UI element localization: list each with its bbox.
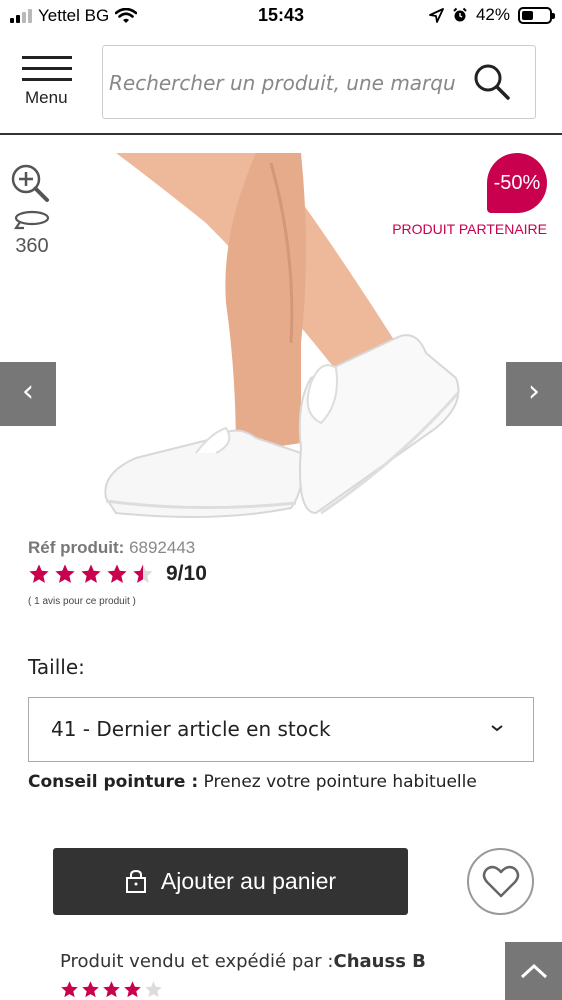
ref-label: Réf produit: [28, 538, 125, 557]
partner-label: PRODUIT PARTENAIRE [392, 221, 547, 237]
star-icon [81, 564, 101, 583]
next-image-button[interactable]: › [506, 362, 562, 426]
chevron-up-icon [520, 963, 547, 979]
rotate-360-icon [13, 210, 50, 230]
product-gallery: 360 -50% PRODUIT PARTENAIRE ‹ › [0, 137, 562, 527]
star-icon [82, 981, 99, 998]
rating-stars [28, 563, 154, 585]
search-box [102, 45, 536, 119]
star-icon [124, 981, 141, 998]
alarm-icon [453, 7, 467, 22]
location-arrow-icon [429, 7, 444, 23]
wishlist-button[interactable] [467, 848, 534, 915]
star-icon [145, 981, 162, 998]
size-selected-value: 41 - Dernier article en stock [51, 717, 331, 741]
previous-image-button[interactable]: ‹ [0, 362, 56, 426]
star-icon [55, 564, 75, 583]
product-reference: Réf produit: 6892443 [28, 538, 195, 558]
battery-icon [518, 6, 555, 24]
status-bar: Yettel BG 15:43 42% [0, 0, 562, 32]
star-icon [103, 981, 120, 998]
search-icon[interactable] [473, 63, 511, 101]
size-advice: Conseil pointure : Prenez votre pointure… [28, 772, 477, 792]
site-header: Menu [0, 32, 562, 135]
search-input[interactable] [109, 64, 469, 102]
star-icon [61, 981, 78, 998]
seller-name[interactable]: Chauss B [334, 951, 426, 972]
star-icon [29, 564, 49, 583]
rotate-360-button[interactable]: 360 [10, 209, 54, 258]
zoom-in-icon[interactable] [10, 163, 50, 203]
scroll-to-top-button[interactable] [505, 942, 562, 1000]
star-icon [107, 564, 127, 583]
size-label: Taille: [28, 655, 85, 679]
product-image [104, 153, 460, 518]
chevron-down-icon [491, 725, 503, 732]
ref-value: 6892443 [129, 538, 196, 557]
rating-score: 9/10 [166, 562, 207, 585]
size-select[interactable]: 41 - Dernier article en stock [28, 697, 534, 762]
status-right: 42% [429, 5, 555, 25]
review-count[interactable]: ( 1 avis pour ce produit ) [28, 596, 136, 607]
product-rating[interactable]: 9/10 [28, 562, 207, 586]
heart-icon [482, 865, 519, 897]
rotate-360-label: 360 [15, 235, 49, 257]
hamburger-icon [22, 56, 80, 81]
battery-percent: 42% [475, 5, 510, 24]
add-to-cart-button[interactable]: Ajouter au panier [53, 848, 408, 915]
star-icon [133, 564, 153, 583]
menu-label: Menu [25, 88, 68, 107]
seller-prefix: Produit vendu et expédié par : [60, 951, 334, 972]
seller-info: Produit vendu et expédié par :Chauss B [60, 951, 426, 972]
add-to-cart-label: Ajouter au panier [160, 868, 337, 894]
size-advice-text: Prenez votre pointure habituelle [198, 772, 477, 792]
shopping-bag-icon [125, 869, 146, 893]
menu-button[interactable]: Menu [22, 56, 80, 116]
discount-badge: -50% [487, 153, 547, 213]
size-advice-label: Conseil pointure : [28, 772, 199, 792]
seller-rating-stars [60, 980, 163, 999]
